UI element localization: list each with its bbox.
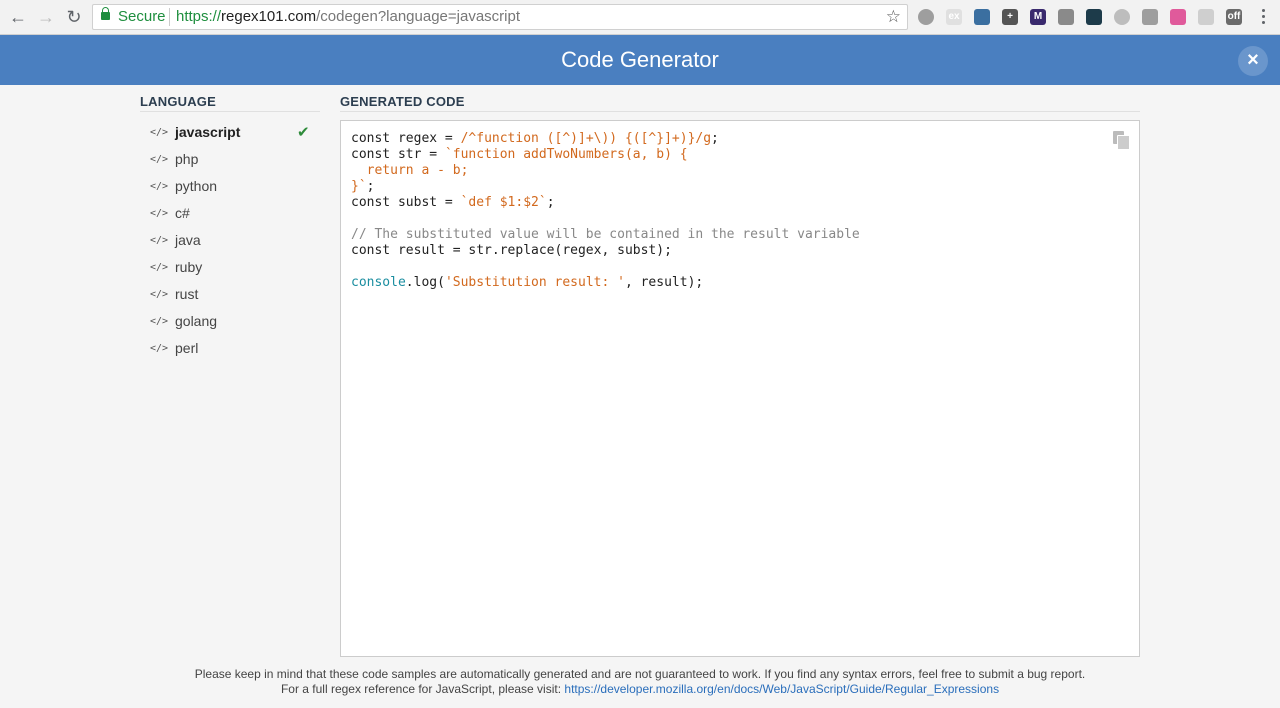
language-item-php[interactable]: </> php (140, 146, 320, 173)
forward-arrow-icon[interactable]: → (35, 6, 57, 28)
language-label: javascript (175, 124, 241, 140)
language-label: php (175, 151, 199, 167)
refresh-extension-icon[interactable] (1198, 9, 1214, 25)
language-item-perl[interactable]: </> perl (140, 335, 320, 362)
code-icon: </> (150, 289, 169, 300)
footer-reference: For a full regex reference for JavaScrip… (280, 682, 1000, 696)
language-item-java[interactable]: </> java (140, 227, 320, 254)
color-wheel-icon[interactable] (1170, 9, 1186, 25)
footer-note: Please keep in mind that these code samp… (0, 667, 1280, 697)
code-panel[interactable]: const regex = /^function ([^)]+\)) {([^}… (340, 120, 1140, 657)
address-bar[interactable]: Secure https://regex101.com/codegen?lang… (92, 4, 908, 30)
footer-disclaimer: Please keep in mind that these code samp… (194, 667, 1086, 681)
bookmark-star-icon[interactable]: ☆ (886, 5, 901, 29)
close-button[interactable]: × (1238, 46, 1268, 76)
checkmark-icon: ✔ (297, 124, 310, 141)
language-item-golang[interactable]: </> golang (140, 308, 320, 335)
react-icon[interactable] (1086, 9, 1102, 25)
off-extension-icon[interactable]: off (1226, 9, 1242, 25)
code-icon: </> (150, 181, 169, 192)
language-label: java (175, 232, 201, 248)
menu-dots-icon[interactable] (1258, 6, 1268, 28)
circle-extension-icon[interactable] (1114, 9, 1130, 25)
language-item-python[interactable]: </> python (140, 173, 320, 200)
language-divider (140, 111, 320, 112)
url-divider (169, 8, 170, 26)
code-icon: </> (150, 127, 169, 138)
code-icon: </> (150, 208, 169, 219)
browser-toolbar: ← → ↻ Secure https://regex101.com/codege… (0, 0, 1280, 35)
camera-icon[interactable] (1058, 9, 1074, 25)
m-extension-icon[interactable]: M (1030, 9, 1046, 25)
language-label: python (175, 178, 218, 194)
language-list: </> javascript ✔ </> php </> python </> c# </> jav… (140, 119, 320, 362)
code-block[interactable]: const regex = /^function ([^)]+\)) {([^}… (351, 131, 860, 291)
back-arrow-icon[interactable]: ← (7, 6, 29, 28)
dialog-title: Code Generator (561, 47, 719, 72)
lock-icon (101, 7, 110, 20)
language-label: golang (175, 313, 218, 329)
dev-extension-icon[interactable] (974, 9, 990, 25)
language-section-title: LANGUAGE (140, 94, 216, 109)
security-label: Secure (118, 8, 166, 25)
language-label: c# (175, 205, 190, 221)
code-icon: </> (150, 343, 169, 354)
language-label: perl (175, 340, 199, 356)
copy-icon[interactable] (1113, 131, 1130, 150)
code-divider (340, 111, 1140, 112)
generated-code-title: GENERATED CODE (340, 94, 465, 109)
language-item-ruby[interactable]: </> ruby (140, 254, 320, 281)
language-item-csharp[interactable]: </> c# (140, 200, 320, 227)
plus-extension-icon[interactable]: + (1002, 9, 1018, 25)
code-icon: </> (150, 316, 169, 327)
mdn-reference-link[interactable]: https://developer.mozilla.org/en/docs/We… (564, 682, 999, 696)
language-item-javascript[interactable]: </> javascript ✔ (140, 119, 320, 146)
language-label: rust (175, 286, 199, 302)
language-label: ruby (175, 259, 203, 275)
code-icon: </> (150, 154, 169, 165)
speech-bubble-icon[interactable] (918, 9, 934, 25)
language-item-rust[interactable]: </> rust (140, 281, 320, 308)
reload-icon[interactable]: ↻ (63, 6, 85, 28)
code-icon: </> (150, 262, 169, 273)
cloud-icon[interactable] (1142, 9, 1158, 25)
code-icon: </> (150, 235, 169, 246)
url-text[interactable]: https://regex101.com/codegen?language=ja… (176, 5, 520, 29)
dialog-header: Code Generator × (0, 35, 1280, 85)
ex-extension-icon[interactable]: ex (946, 9, 962, 25)
